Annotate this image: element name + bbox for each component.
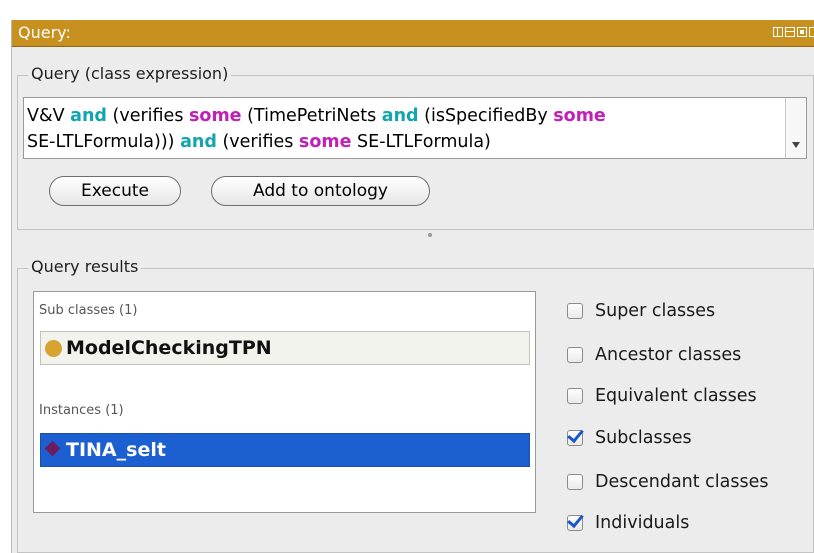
expression-token: (verifies (106, 106, 189, 126)
option-super-classes[interactable]: Super classes (567, 299, 715, 323)
subclasses-checkbox[interactable] (567, 430, 583, 446)
class-circle-icon (45, 340, 62, 357)
keyword-some: some (553, 106, 606, 126)
maximize-icon[interactable] (797, 27, 807, 37)
view-controls (773, 27, 814, 37)
keyword-and: and (180, 132, 217, 152)
option-descendant-classes[interactable]: Descendant classes (567, 470, 769, 494)
individual-diamond-icon (44, 440, 61, 457)
view-titlebar: Query: (12, 20, 814, 47)
keyword-and: and (381, 106, 419, 126)
scroll-down-arrow-icon[interactable] (792, 142, 800, 148)
expression-token: (isSpecifiedBy (418, 106, 554, 126)
keyword-some: some (189, 106, 242, 126)
keyword-some: some (298, 132, 352, 152)
option-subclasses[interactable]: Subclasses (567, 426, 692, 450)
add-to-ontology-button[interactable]: Add to ontology (211, 176, 430, 206)
result-individual-label: TINA_selt (66, 439, 166, 461)
class-expression-text[interactable]: V&V and (verifies some (TimePetriNets an… (27, 103, 782, 155)
equivalent-classes-checkbox[interactable] (567, 388, 583, 404)
split-horizontal-icon[interactable] (785, 27, 795, 37)
option-equivalent-classes[interactable]: Equivalent classes (567, 384, 757, 408)
results-legend: Query results (28, 257, 142, 277)
result-class-label: ModelCheckingTPN (66, 337, 272, 359)
individuals-checkbox[interactable] (567, 515, 583, 531)
descendant-classes-checkbox[interactable] (567, 474, 583, 490)
expression-token: (verifies (216, 132, 299, 152)
splitter-handle[interactable] (428, 233, 432, 237)
subclasses-header: Sub classes (1) (39, 303, 138, 318)
instances-header: Instances (1) (39, 403, 124, 418)
expression-token: SE-LTLFormula))) (27, 132, 181, 152)
ancestor-classes-checkbox[interactable] (567, 347, 583, 363)
option-ancestor-classes[interactable]: Ancestor classes (567, 343, 741, 367)
results-list[interactable]: Sub classes (1) ModelCheckingTPN Instanc… (33, 291, 536, 513)
result-class-row[interactable]: ModelCheckingTPN (40, 331, 530, 365)
keyword-and: and (70, 106, 107, 126)
class-expression-editor[interactable]: V&V and (verifies some (TimePetriNets an… (23, 97, 807, 159)
split-vertical-icon[interactable] (773, 27, 783, 37)
individuals-label: Individuals (595, 513, 690, 533)
super-classes-checkbox[interactable] (567, 303, 583, 319)
result-individual-row[interactable]: TINA_selt (40, 433, 530, 467)
execute-button[interactable]: Execute (49, 176, 181, 206)
close-icon[interactable] (809, 27, 814, 37)
editor-scrollbar[interactable] (785, 98, 806, 158)
equivalent-classes-label: Equivalent classes (595, 386, 757, 406)
view-title: Query: (18, 23, 71, 42)
query-legend: Query (class expression) (28, 64, 232, 84)
ancestor-classes-label: Ancestor classes (595, 345, 742, 365)
subclasses-label: Subclasses (595, 428, 692, 448)
option-individuals[interactable]: Individuals (567, 511, 689, 535)
super-classes-label: Super classes (595, 301, 716, 321)
expression-token: (TimePetriNets (241, 106, 382, 126)
expression-token: SE-LTLFormula) (351, 132, 491, 152)
descendant-classes-label: Descendant classes (595, 472, 769, 492)
expression-token: V&V (27, 106, 71, 126)
